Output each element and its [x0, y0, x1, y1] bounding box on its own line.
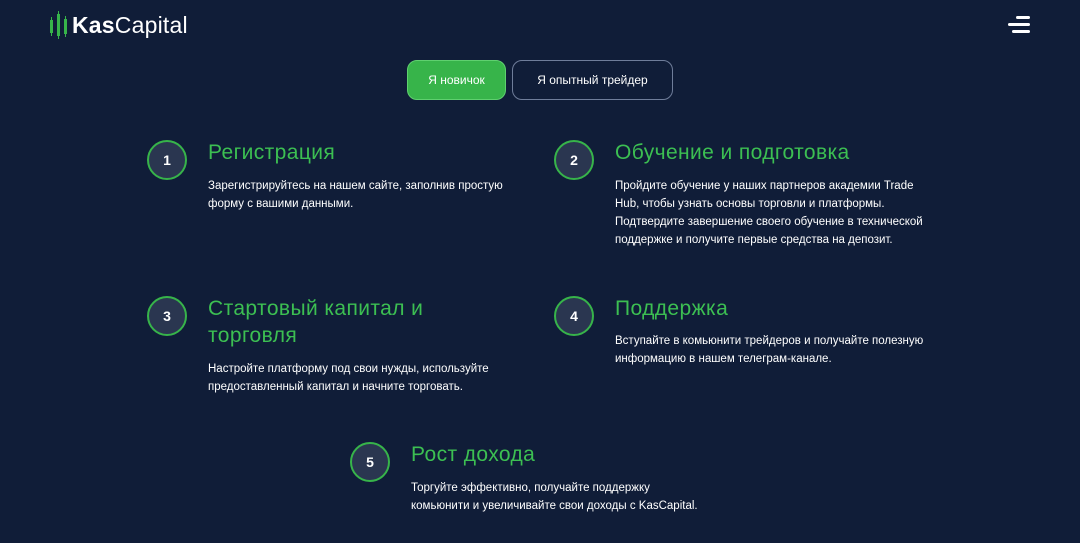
- candlestick-logo-icon: [50, 11, 67, 39]
- step-number: 4: [554, 296, 594, 336]
- step-title: Поддержка: [615, 297, 729, 320]
- step-title: Рост дохода: [411, 443, 536, 466]
- step-title: Обучение и подготовка: [615, 141, 850, 164]
- step-description: Настройте платформу под свои нужды, испо…: [208, 363, 489, 393]
- audience-tabs: Я новичок Я опытный трейдер: [0, 60, 1080, 100]
- step-number: 5: [350, 442, 390, 482]
- step-description: Вступайте в комьюнити трейдеров и получа…: [615, 335, 924, 365]
- step-description: Торгуйте эффективно, получайте поддержку…: [411, 482, 698, 512]
- logo-text-regular: Capital: [114, 12, 188, 38]
- step-description: Пройдите обучение у наших партнеров акад…: [615, 180, 923, 246]
- step-title: Стартовый капитал и торговля: [208, 297, 424, 347]
- step-number: 2: [554, 140, 594, 180]
- logo-text: KasCapital: [72, 11, 188, 39]
- tab-beginner[interactable]: Я новичок: [407, 60, 506, 100]
- step-title: Регистрация: [208, 141, 336, 164]
- menu-button[interactable]: [1006, 14, 1032, 36]
- tab-experienced-trader[interactable]: Я опытный трейдер: [512, 60, 673, 100]
- logo[interactable]: KasCapital: [50, 10, 188, 40]
- header: KasCapital: [0, 0, 1080, 50]
- menu-icon: [1016, 16, 1030, 19]
- step-number: 1: [147, 140, 187, 180]
- logo-text-bold: Kas: [72, 12, 115, 38]
- menu-icon-line: [1012, 30, 1030, 33]
- menu-icon-line: [1008, 23, 1030, 26]
- step-number: 3: [147, 296, 187, 336]
- step-description: Зарегистрируйтесь на нашем сайте, заполн…: [208, 180, 503, 210]
